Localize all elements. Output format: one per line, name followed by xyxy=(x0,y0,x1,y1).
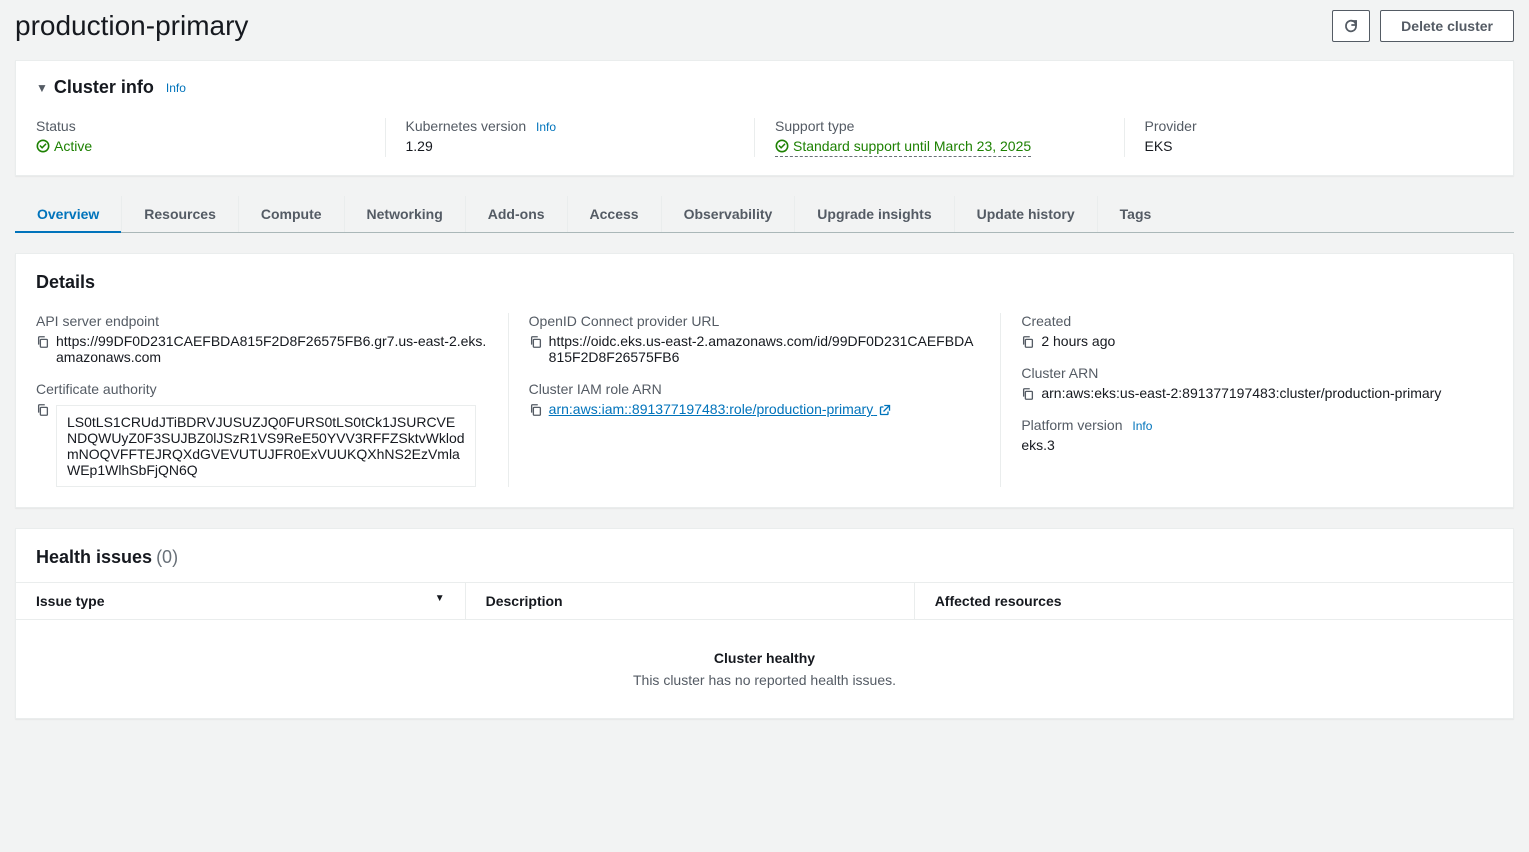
refresh-button[interactable] xyxy=(1332,10,1370,42)
tab-observability[interactable]: Observability xyxy=(661,196,795,232)
iam-label: Cluster IAM role ARN xyxy=(529,381,981,397)
copy-icon[interactable] xyxy=(36,335,50,349)
tab-overview[interactable]: Overview xyxy=(15,196,121,232)
status-label: Status xyxy=(36,118,365,134)
platform-info-link[interactable]: Info xyxy=(1132,419,1152,433)
cert-label: Certificate authority xyxy=(36,381,488,397)
tab-access[interactable]: Access xyxy=(567,196,661,232)
copy-icon[interactable] xyxy=(36,403,50,417)
check-circle-icon xyxy=(775,139,789,153)
health-empty-title: Cluster healthy xyxy=(36,650,1493,666)
copy-icon[interactable] xyxy=(1021,335,1035,349)
col-affected[interactable]: Affected resources xyxy=(914,583,1513,620)
external-link-icon xyxy=(879,404,891,416)
support-value[interactable]: Standard support until March 23, 2025 xyxy=(775,138,1031,157)
api-endpoint-value: https://99DF0D231CAEFBDA815F2D8F26575FB6… xyxy=(56,333,488,365)
cluster-info-title: Cluster info xyxy=(54,77,154,98)
oidc-label: OpenID Connect provider URL xyxy=(529,313,981,329)
oidc-value: https://oidc.eks.us-east-2.amazonaws.com… xyxy=(549,333,981,365)
platform-value: eks.3 xyxy=(1021,437,1473,453)
refresh-icon xyxy=(1343,18,1359,34)
tab-addons[interactable]: Add-ons xyxy=(465,196,567,232)
support-text: Standard support until March 23, 2025 xyxy=(793,138,1031,154)
created-label: Created xyxy=(1021,313,1473,329)
copy-icon[interactable] xyxy=(529,335,543,349)
health-panel: Health issues (0) Issue type ▼ Descripti… xyxy=(15,528,1514,719)
arn-value: arn:aws:eks:us-east-2:891377197483:clust… xyxy=(1041,385,1441,401)
status-value: Active xyxy=(36,138,92,154)
copy-icon[interactable] xyxy=(529,403,543,417)
col-description[interactable]: Description xyxy=(465,583,914,620)
health-empty-desc: This cluster has no reported health issu… xyxy=(36,672,1493,688)
col-issue-type[interactable]: Issue type ▼ xyxy=(16,583,465,620)
created-value: 2 hours ago xyxy=(1041,333,1115,349)
platform-label: Platform version Info xyxy=(1021,417,1473,433)
cluster-info-panel: ▼ Cluster info Info Status Active Kubern… xyxy=(15,60,1514,176)
iam-value-link[interactable]: arn:aws:iam::891377197483:role/productio… xyxy=(549,401,891,417)
cert-value: LS0tLS1CRUdJTiBDRVJUSUZJQ0FURS0tLS0tCk1J… xyxy=(56,405,476,487)
details-panel: Details API server endpoint https://99DF… xyxy=(15,253,1514,508)
version-info-link[interactable]: Info xyxy=(536,120,556,134)
support-label: Support type xyxy=(775,118,1104,134)
tab-tags[interactable]: Tags xyxy=(1097,196,1174,232)
delete-cluster-button[interactable]: Delete cluster xyxy=(1380,10,1514,42)
header-actions: Delete cluster xyxy=(1332,10,1514,42)
tab-update-history[interactable]: Update history xyxy=(954,196,1097,232)
check-circle-icon xyxy=(36,139,50,153)
provider-value: EKS xyxy=(1145,138,1474,154)
health-title: Health issues xyxy=(36,547,152,568)
cluster-info-link[interactable]: Info xyxy=(166,81,186,95)
health-table: Issue type ▼ Description Affected resour… xyxy=(16,582,1513,620)
sort-desc-icon: ▼ xyxy=(435,593,445,604)
arn-label: Cluster ARN xyxy=(1021,365,1473,381)
page-title: production-primary xyxy=(15,10,248,42)
tab-resources[interactable]: Resources xyxy=(121,196,238,232)
tabs: Overview Resources Compute Networking Ad… xyxy=(15,196,1514,233)
tab-upgrade-insights[interactable]: Upgrade insights xyxy=(794,196,953,232)
collapse-toggle-icon[interactable]: ▼ xyxy=(36,81,48,95)
version-value: 1.29 xyxy=(406,138,735,154)
details-title: Details xyxy=(36,272,95,292)
api-endpoint-label: API server endpoint xyxy=(36,313,488,329)
copy-icon[interactable] xyxy=(1021,387,1035,401)
health-count: (0) xyxy=(156,547,178,568)
tab-networking[interactable]: Networking xyxy=(344,196,465,232)
status-text: Active xyxy=(54,138,92,154)
tab-compute[interactable]: Compute xyxy=(238,196,344,232)
provider-label: Provider xyxy=(1145,118,1474,134)
version-label: Kubernetes version Info xyxy=(406,118,735,134)
health-empty-state: Cluster healthy This cluster has no repo… xyxy=(16,620,1513,718)
